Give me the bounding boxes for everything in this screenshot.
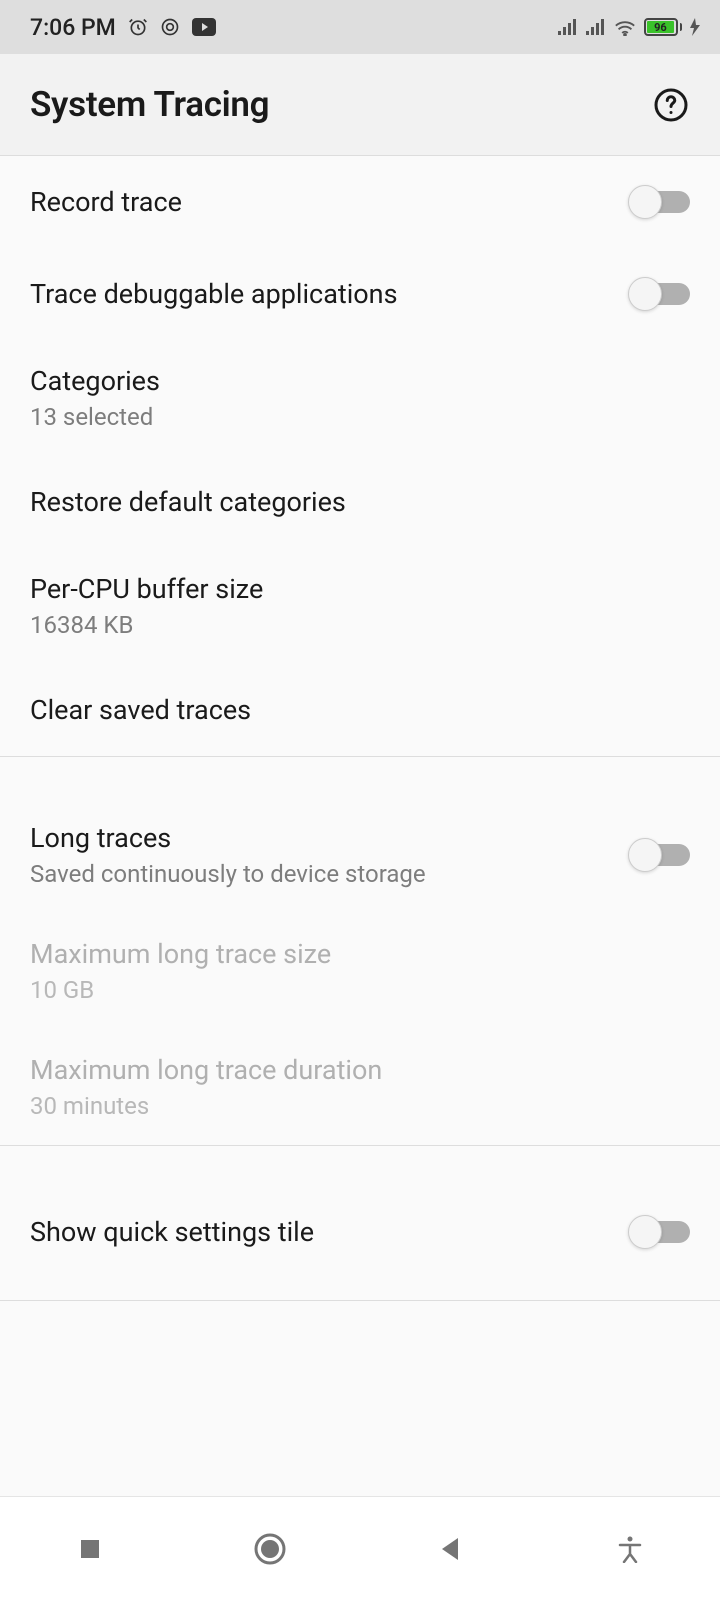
row-title: Record trace [30, 186, 632, 218]
page-title: System Tracing [30, 84, 269, 125]
recents-button[interactable] [40, 1519, 140, 1579]
row-title: Show quick settings tile [30, 1216, 632, 1248]
row-subtitle: Saved continuously to device storage [30, 860, 632, 888]
quick-settings-tile-row[interactable]: Show quick settings tile [0, 1186, 720, 1278]
max-trace-duration-row: Maximum long trace duration 30 minutes [0, 1029, 720, 1145]
dnd-icon [160, 17, 180, 37]
long-traces-row[interactable]: Long traces Saved continuously to device… [0, 797, 720, 913]
max-trace-size-row: Maximum long trace size 10 GB [0, 913, 720, 1029]
accessibility-button[interactable] [580, 1519, 680, 1579]
app-header: System Tracing [0, 54, 720, 156]
navigation-bar [0, 1496, 720, 1600]
row-title: Maximum long trace duration [30, 1054, 690, 1086]
alarm-icon [128, 17, 148, 37]
back-button[interactable] [400, 1519, 500, 1579]
row-title: Categories [30, 365, 690, 397]
row-subtitle: 10 GB [30, 976, 690, 1004]
categories-row[interactable]: Categories 13 selected [0, 340, 720, 456]
section-divider [0, 1300, 720, 1301]
status-time: 7:06 PM [30, 14, 116, 41]
clear-traces-row[interactable]: Clear saved traces [0, 664, 720, 756]
settings-list: Record trace Trace debuggable applicatio… [0, 156, 720, 1301]
restore-categories-row[interactable]: Restore default categories [0, 456, 720, 548]
youtube-icon [192, 18, 216, 36]
row-subtitle: 16384 KB [30, 611, 690, 639]
trace-debuggable-switch[interactable] [632, 283, 690, 305]
charging-icon [690, 18, 700, 36]
status-right: 96 [558, 18, 700, 36]
row-subtitle: 30 minutes [30, 1092, 690, 1120]
record-trace-switch[interactable] [632, 191, 690, 213]
buffer-size-row[interactable]: Per-CPU buffer size 16384 KB [0, 548, 720, 664]
quick-settings-switch[interactable] [632, 1221, 690, 1243]
signal-icon-2 [586, 19, 606, 35]
help-button[interactable] [652, 86, 690, 124]
record-trace-row[interactable]: Record trace [0, 156, 720, 248]
home-button[interactable] [220, 1519, 320, 1579]
row-title: Clear saved traces [30, 694, 690, 726]
long-traces-switch[interactable] [632, 844, 690, 866]
wifi-icon [614, 19, 636, 36]
row-title: Restore default categories [30, 486, 690, 518]
status-bar: 7:06 PM 96 [0, 0, 720, 54]
row-subtitle: 13 selected [30, 403, 690, 431]
row-title: Long traces [30, 822, 632, 854]
battery-indicator: 96 [644, 18, 682, 36]
row-title: Trace debuggable applications [30, 278, 632, 310]
status-left: 7:06 PM [30, 14, 216, 41]
row-title: Maximum long trace size [30, 938, 690, 970]
row-title: Per-CPU buffer size [30, 573, 690, 605]
signal-icon [558, 19, 578, 35]
trace-debuggable-row[interactable]: Trace debuggable applications [0, 248, 720, 340]
